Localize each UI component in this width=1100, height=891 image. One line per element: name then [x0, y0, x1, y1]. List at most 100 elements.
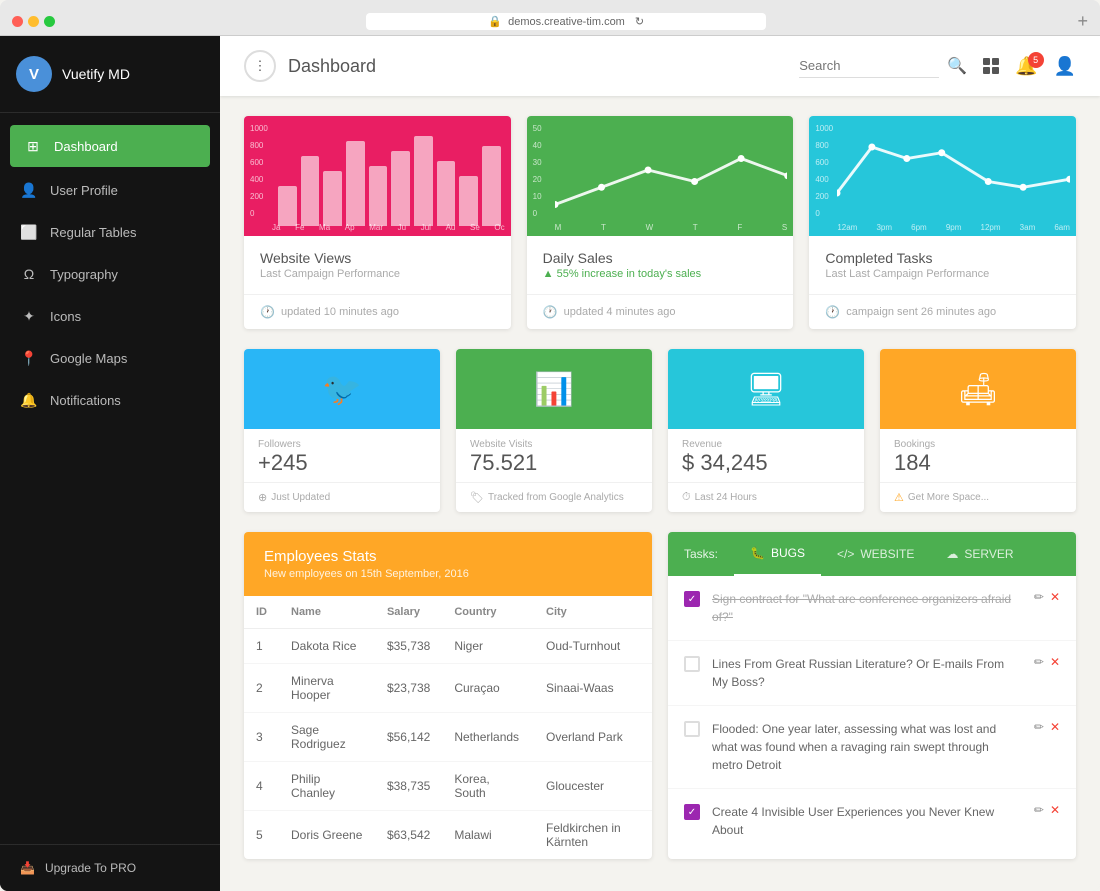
visits-count: 75.521	[470, 450, 638, 476]
chart-x-labels: MTWTFS	[555, 223, 788, 232]
revenue-card: 🖥 Revenue $ 34,245 ⏱ Last 24 Hours	[668, 349, 864, 512]
new-tab-button[interactable]: +	[1077, 11, 1088, 32]
stat-card-title: Website Views	[260, 250, 495, 266]
task-edit-button[interactable]: ✏	[1034, 655, 1044, 669]
stat-card-subtitle: Last Last Campaign Performance	[825, 268, 1060, 280]
task-delete-button[interactable]: ✕	[1050, 803, 1060, 817]
footer-text: Tracked from Google Analytics	[488, 492, 624, 503]
lock-icon: 🔒	[488, 15, 502, 28]
sidebar-item-dashboard[interactable]: ⊞ Dashboard	[10, 125, 210, 167]
sidebar-item-label: User Profile	[50, 183, 118, 198]
notifications-button[interactable]: 🔔 5	[1015, 56, 1037, 77]
cell-salary: $56,142	[375, 713, 442, 762]
table-header-sub: New employees on 15th September, 2016	[264, 568, 632, 580]
monitor-icon: 🖥	[746, 370, 787, 408]
tab-website[interactable]: </> WEBSITE	[821, 532, 930, 576]
sidebar-item-icons[interactable]: ✦ Icons	[0, 295, 220, 337]
minimize-button[interactable]	[28, 16, 39, 27]
stat-card-footer: 🕐 updated 4 minutes ago	[527, 294, 794, 329]
profile-button[interactable]: 👤	[1054, 56, 1076, 77]
task-delete-button[interactable]: ✕	[1050, 590, 1060, 604]
dashboard-icon: ⊞	[24, 137, 42, 155]
task-checkbox[interactable]: ✓	[684, 804, 700, 820]
chart-y-labels: 10008006004002000	[815, 124, 833, 218]
twitter-icon: 🐦	[322, 370, 362, 408]
upgrade-label: Upgrade To PRO	[45, 861, 136, 875]
stat-footer-text: updated 4 minutes ago	[564, 306, 676, 318]
task-checkbox[interactable]	[684, 721, 700, 737]
url-bar[interactable]: 🔒 demos.creative-tim.com ↻	[366, 13, 766, 30]
stat-card-title: Completed Tasks	[825, 250, 1060, 266]
tab-bugs[interactable]: 🐛 BUGS	[734, 532, 821, 576]
header: ⋮ Dashboard 🔍 🔔 5	[220, 36, 1100, 96]
task-edit-button[interactable]: ✏	[1034, 590, 1044, 604]
cell-city: Feldkirchen in Kärnten	[534, 811, 652, 860]
sidebar: V Vuetify MD ⊞ Dashboard 👤 User Profile …	[0, 36, 220, 891]
chart-x-labels: JaFeMaApMarJuJulAuSeOc	[272, 223, 505, 232]
cell-city: Oud-Turnhout	[534, 629, 652, 664]
sidebar-item-google-maps[interactable]: 📍 Google Maps	[0, 337, 220, 379]
social-card-body: Revenue $ 34,245	[668, 429, 864, 482]
cell-name: Doris Greene	[279, 811, 375, 860]
logo-icon: V	[16, 56, 52, 92]
stat-card-footer: 🕐 campaign sent 26 minutes ago	[809, 294, 1076, 329]
bar	[323, 171, 342, 226]
stat-card-body: Completed Tasks Last Last Campaign Perfo…	[809, 236, 1076, 294]
search-input[interactable]	[799, 54, 939, 78]
task-item: Lines From Great Russian Literature? Or …	[668, 641, 1076, 706]
page-title: Dashboard	[288, 56, 799, 77]
sidebar-item-user-profile[interactable]: 👤 User Profile	[0, 169, 220, 211]
daily-sales-chart: 50403020100	[527, 116, 794, 236]
task-actions: ✏ ✕	[1034, 655, 1060, 669]
cell-city: Gloucester	[534, 762, 652, 811]
notification-badge: 5	[1028, 52, 1044, 68]
clock-icon: 🕐	[260, 305, 275, 319]
task-item: Flooded: One year later, assessing what …	[668, 706, 1076, 789]
cell-name: Minerva Hooper	[279, 664, 375, 713]
stat-card-subtitle: ▲ 55% increase in today's sales	[543, 268, 778, 280]
reload-icon[interactable]: ↻	[635, 15, 644, 28]
task-checkbox[interactable]	[684, 656, 700, 672]
dots-icon: ⋮	[254, 58, 267, 74]
table-card-header: Employees Stats New employees on 15th Se…	[244, 532, 652, 596]
tab-server[interactable]: ☁ SERVER	[930, 532, 1029, 576]
bookings-card: 🛋 Bookings 184 ⚠ Get More Space...	[880, 349, 1076, 512]
task-delete-button[interactable]: ✕	[1050, 655, 1060, 669]
close-button[interactable]	[12, 16, 23, 27]
cell-id: 4	[244, 762, 279, 811]
logo-text: Vuetify MD	[62, 66, 130, 82]
sidebar-item-regular-tables[interactable]: ⬜ Regular Tables	[0, 211, 220, 253]
tasks-header: Tasks: 🐛 BUGS </> WEBSITE	[668, 532, 1076, 576]
upgrade-button[interactable]: 📥 Upgrade To PRO	[0, 844, 220, 891]
maximize-button[interactable]	[44, 16, 55, 27]
task-delete-button[interactable]: ✕	[1050, 720, 1060, 734]
line-chart-svg	[837, 124, 1070, 216]
col-id: ID	[244, 596, 279, 629]
sidebar-item-label: Regular Tables	[50, 225, 136, 240]
stat-card-body: Website Views Last Campaign Performance	[244, 236, 511, 294]
daily-sales-card: 50403020100	[527, 116, 794, 329]
grid-icon	[983, 58, 999, 74]
bar-chart	[278, 126, 501, 226]
clock-icon: 🕐	[825, 305, 840, 319]
sidebar-item-notifications[interactable]: 🔔 Notifications	[0, 379, 220, 421]
website-icon: </>	[837, 547, 854, 561]
sofa-icon-area: 🛋	[880, 349, 1076, 429]
sidebar-item-typography[interactable]: Ω Typography	[0, 253, 220, 295]
bar	[482, 146, 501, 226]
search-button[interactable]: 🔍	[947, 56, 967, 76]
bottom-section: Employees Stats New employees on 15th Se…	[244, 532, 1076, 859]
cell-country: Korea, South	[442, 762, 534, 811]
grid-view-button[interactable]	[983, 58, 999, 74]
task-checkbox[interactable]: ✓	[684, 591, 700, 607]
cell-id: 2	[244, 664, 279, 713]
task-edit-button[interactable]: ✏	[1034, 803, 1044, 817]
tasks-tabs: 🐛 BUGS </> WEBSITE ☁ SERVER	[734, 532, 1076, 576]
icons-icon: ✦	[20, 307, 38, 325]
menu-button[interactable]: ⋮	[244, 50, 276, 82]
bar	[414, 136, 433, 226]
chart-icon-area: 📊	[456, 349, 652, 429]
clock-icon: 🕐	[543, 305, 558, 319]
table-body: 1 Dakota Rice $35,738 Niger Oud-Turnhout…	[244, 629, 652, 860]
task-edit-button[interactable]: ✏	[1034, 720, 1044, 734]
